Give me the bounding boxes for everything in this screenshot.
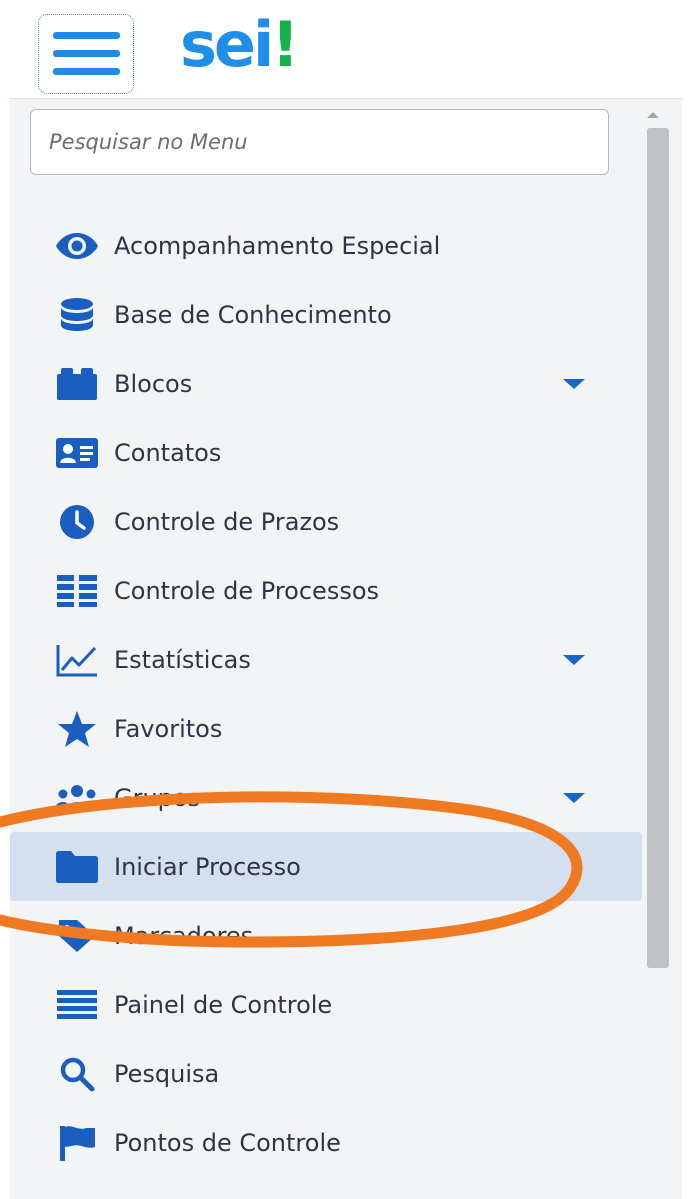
sidebar-item-base-de-conhecimento[interactable]: Base de Conhecimento xyxy=(10,280,642,349)
sidebar-item-estatisticas[interactable]: Estatísticas xyxy=(10,625,642,694)
sidebar-item-pesquisa[interactable]: Pesquisa xyxy=(10,1039,642,1108)
sidebar-item-label: Controle de Processos xyxy=(114,576,380,605)
scroll-up-arrow-icon[interactable] xyxy=(647,112,659,118)
sidebar-item-label: Marcadores xyxy=(114,921,254,950)
sidebar-item-marcadores[interactable]: Marcadores xyxy=(10,901,642,970)
sidebar-item-acompanhamento-especial[interactable]: Acompanhamento Especial xyxy=(10,211,642,280)
address-card-icon xyxy=(54,430,100,476)
sidebar-item-label: Favoritos xyxy=(114,714,223,743)
logo-text: sei xyxy=(180,8,274,81)
sidebar-item-label: Controle de Prazos xyxy=(114,507,340,536)
sidebar-item-label: Pontos de Controle xyxy=(114,1128,341,1157)
menu-search-input[interactable] xyxy=(30,109,609,175)
hamburger-icon-bar xyxy=(53,50,120,57)
sidebar-item-label: Acompanhamento Especial xyxy=(114,231,441,260)
hamburger-icon-bar xyxy=(53,68,120,75)
clock-icon xyxy=(54,499,100,545)
sidebar-scrollbar[interactable] xyxy=(638,98,669,1199)
users-icon xyxy=(54,775,100,821)
scroll-thumb[interactable] xyxy=(647,128,669,968)
line-chart-icon xyxy=(54,637,100,683)
list-grid-icon xyxy=(54,568,100,614)
logo-exclamation: ! xyxy=(271,8,299,81)
chevron-down-icon[interactable] xyxy=(563,792,585,803)
sidebar-item-label: Iniciar Processo xyxy=(114,852,301,881)
sidebar-item-label: Base de Conhecimento xyxy=(114,300,392,329)
chevron-down-icon[interactable] xyxy=(563,654,585,665)
sidebar-item-controle-de-prazos[interactable]: Controle de Prazos xyxy=(10,487,642,556)
chevron-down-icon[interactable] xyxy=(563,378,585,389)
sidebar-menu: Acompanhamento Especial Base de Conhecim… xyxy=(10,98,682,1199)
star-icon xyxy=(54,706,100,752)
folder-icon xyxy=(54,844,100,890)
hamburger-icon xyxy=(53,32,120,39)
sidebar-item-label: Pesquisa xyxy=(114,1059,220,1088)
sidebar-item-contatos[interactable]: Contatos xyxy=(10,418,642,487)
sidebar-item-label: Blocos xyxy=(114,369,193,398)
sidebar-item-label: Contatos xyxy=(114,438,222,467)
sidebar-item-iniciar-processo[interactable]: Iniciar Processo xyxy=(10,832,642,901)
sidebar-item-label: Grupos xyxy=(114,783,201,812)
sei-logo[interactable]: sei! xyxy=(180,8,300,90)
cubes-icon xyxy=(54,361,100,407)
menu-list: Acompanhamento Especial Base de Conhecim… xyxy=(10,211,642,1177)
page: sei! Acompanhamento Especial Base de Con… xyxy=(0,0,692,1199)
sidebar-item-controle-de-processos[interactable]: Controle de Processos xyxy=(10,556,642,625)
database-icon xyxy=(54,292,100,338)
sidebar-item-label: Painel de Controle xyxy=(114,990,333,1019)
bars-icon xyxy=(54,982,100,1028)
sidebar-item-label: Estatísticas xyxy=(114,645,251,674)
sidebar-item-grupos[interactable]: Grupos xyxy=(10,763,642,832)
sidebar-item-favoritos[interactable]: Favoritos xyxy=(10,694,642,763)
top-header: sei! xyxy=(0,0,692,98)
search-icon xyxy=(54,1051,100,1097)
sidebar-item-painel-de-controle[interactable]: Painel de Controle xyxy=(10,970,642,1039)
eye-icon xyxy=(54,223,100,269)
sidebar-item-pontos-de-controle[interactable]: Pontos de Controle xyxy=(10,1108,642,1177)
tag-icon xyxy=(54,913,100,959)
sidebar-item-blocos[interactable]: Blocos xyxy=(10,349,642,418)
flag-icon xyxy=(54,1120,100,1166)
hamburger-menu-button[interactable] xyxy=(38,14,134,94)
